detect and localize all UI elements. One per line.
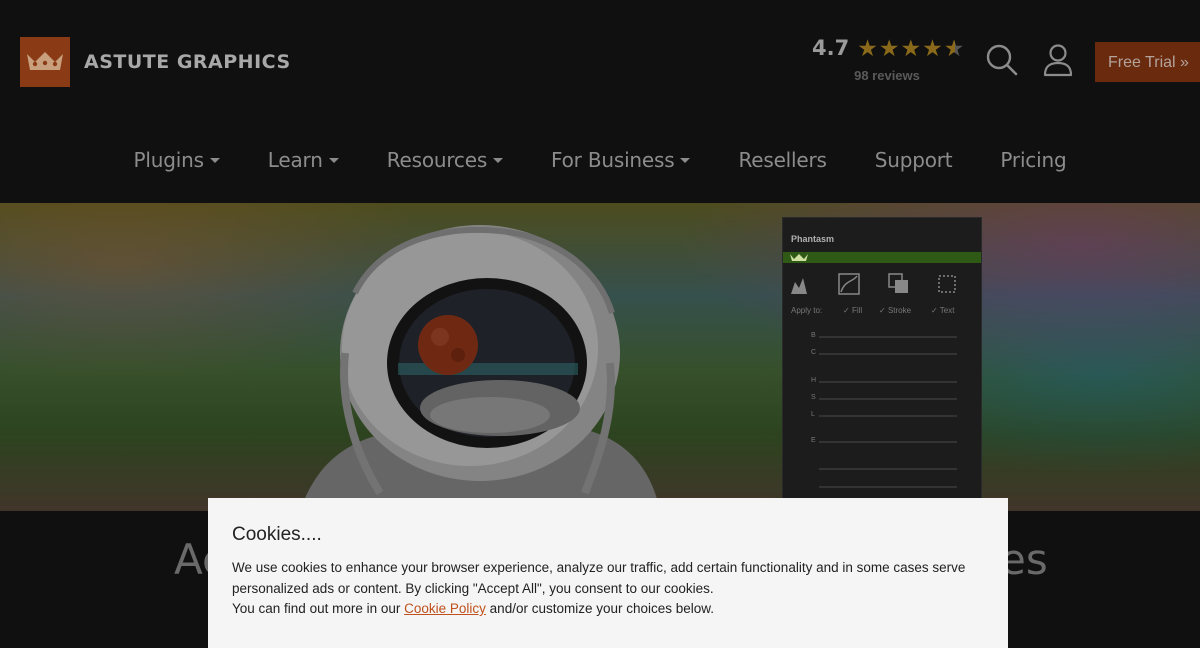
nav-item-pricing[interactable]: Pricing: [1000, 148, 1066, 172]
slider-label-c: C: [811, 349, 817, 356]
cookie-policy-link[interactable]: Cookie Policy: [404, 601, 486, 616]
slider-track: [819, 381, 957, 383]
star-icon: ★: [878, 34, 900, 61]
slider-label-l: L: [811, 411, 815, 418]
cookie-text-after: and/or customize your choices below.: [485, 601, 715, 616]
nav-label: For Business: [551, 148, 675, 172]
star-half-icon: ★: [943, 34, 965, 61]
option-label: Fill: [851, 306, 863, 315]
rating-count[interactable]: 98 reviews: [812, 68, 962, 83]
slider-label-h: H: [811, 377, 817, 384]
caret-down-icon: [328, 157, 339, 163]
crown-icon: [790, 254, 808, 261]
slider-label-s: S: [811, 394, 816, 401]
cookie-title: Cookies....: [232, 524, 322, 545]
search-icon[interactable]: [984, 42, 1020, 78]
panel-option-text: ✓ Text: [931, 306, 955, 315]
panel-header-bar: [783, 252, 981, 263]
panel-title: Phantasm: [791, 234, 835, 244]
hero-banner: Phantasm Apply to: ✓ Fill ✓ Stroke ✓ Tex…: [0, 203, 1200, 511]
hero-overlay: [0, 203, 1200, 511]
slider-track: [819, 468, 957, 470]
nav-label: Resellers: [738, 148, 827, 172]
nav-item-plugins[interactable]: Plugins: [134, 148, 220, 172]
option-label: Text: [939, 306, 955, 315]
caret-down-icon: [493, 157, 504, 163]
nav-item-learn[interactable]: Learn: [268, 148, 339, 172]
star-icon: ★: [922, 34, 943, 61]
star-icon: ★: [900, 34, 922, 61]
rating-stars: ★ ★ ★ ★ ★: [857, 34, 965, 61]
cookie-text: We use cookies to enhance your browser e…: [232, 558, 984, 620]
slider-track: [819, 353, 957, 355]
caret-down-icon: [209, 157, 220, 163]
nav-label: Resources: [386, 148, 488, 172]
rating-score: 4.7: [812, 36, 850, 60]
crown-icon: [20, 37, 70, 87]
slider-label-e: E: [811, 437, 816, 444]
cookie-dialog: Cookies.... We use cookies to enhance yo…: [208, 498, 1008, 648]
slider-track: [819, 336, 957, 338]
slider-track: [819, 398, 957, 400]
nav-item-resellers[interactable]: Resellers: [738, 148, 826, 172]
nav-label: Learn: [267, 148, 323, 172]
phantasm-panel: Phantasm Apply to: ✓ Fill ✓ Stroke ✓ Tex…: [782, 217, 982, 511]
panel-option-fill: ✓ Fill: [843, 306, 863, 315]
nav-label: Support: [874, 148, 953, 172]
slider-label-b: B: [811, 332, 816, 339]
cookie-text-main: We use cookies to enhance your browser e…: [232, 560, 966, 596]
slider-track: [819, 415, 957, 417]
caret-down-icon: [680, 157, 691, 163]
page: ASTUTE GRAPHICS 4.7 ★ ★ ★ ★ ★ 98 reviews…: [0, 0, 1200, 648]
main-nav: Plugins Learn Resources For Business Res…: [0, 148, 1200, 172]
rating-widget[interactable]: 4.7 ★ ★ ★ ★ ★ 98 reviews: [812, 34, 965, 83]
brand-name: ASTUTE GRAPHICS: [84, 51, 291, 73]
user-icon[interactable]: [1040, 42, 1076, 78]
panel-apply-label: Apply to:: [791, 306, 823, 315]
slider-track: [819, 441, 957, 443]
nav-label: Pricing: [1000, 148, 1067, 172]
option-label: Stroke: [887, 306, 912, 315]
panel-tool-icons: [791, 273, 956, 295]
nav-label: Plugins: [133, 148, 204, 172]
star-icon: ★: [857, 34, 878, 61]
cookie-text-before: You can find out more in our: [232, 601, 405, 616]
panel-option-stroke: ✓ Stroke: [879, 306, 912, 315]
slider-track: [819, 486, 957, 488]
brand-logo-link[interactable]: ASTUTE GRAPHICS: [20, 37, 291, 87]
nav-item-for-business[interactable]: For Business: [551, 148, 691, 172]
nav-item-support[interactable]: Support: [875, 148, 953, 172]
free-trial-button[interactable]: Free Trial »: [1095, 42, 1200, 82]
nav-item-resources[interactable]: Resources: [386, 148, 504, 172]
